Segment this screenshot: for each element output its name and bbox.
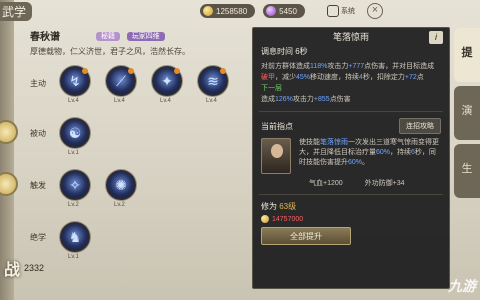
system-button[interactable]: 系统	[326, 5, 355, 17]
book-description: 厚德载物，仁义济世，君子之风，浩然长存。	[30, 47, 190, 56]
skill-detail-panel: 笔落惊雨 i 调息时间 6秒 对前方群体造成118%攻击力+777点伤害，并对目…	[252, 27, 450, 289]
category-trigger: 触发	[30, 181, 46, 190]
category-active: 主动	[30, 79, 46, 88]
combat-power: 战 2332	[4, 256, 44, 280]
mentor-portrait[interactable]	[261, 138, 291, 174]
skill-description: 对前方群体造成118%攻击力+777点伤害，并对目标造成破甲，减少45%移动速度…	[253, 57, 449, 105]
left-decoration	[0, 0, 14, 300]
skill-level: Lv.4	[160, 98, 171, 104]
guide-text: 使技能笔落惊雨一次发出三道寒气惊雨变得更大，并且降低目标治疗量60%，持续6秒，…	[299, 139, 439, 166]
skill-slot-ultimate-1[interactable]: ♞	[60, 222, 90, 252]
cost-value: 14757000	[272, 215, 304, 223]
watermark-logo: 九游	[448, 278, 476, 294]
skill-slot-trigger-2[interactable]: ✺	[106, 170, 136, 200]
skill-slot-active-4[interactable]: ≋	[198, 66, 228, 96]
power-value: 2332	[24, 263, 45, 273]
book-header: 春秋谱 秘籍 玩家四维 厚德载物，仁义济世，君子之风，浩然长存。	[30, 28, 250, 57]
close-button[interactable]: ×	[366, 3, 383, 19]
cultivation: 修为 63级	[253, 201, 449, 212]
stat-hp: 气血+1200	[309, 180, 343, 187]
cultivation-label: 修为	[261, 202, 277, 211]
book-tag: 玩家四维	[126, 32, 165, 41]
upgrade-dot-icon	[82, 68, 88, 74]
book-tag: 秘籍	[96, 32, 120, 41]
skill-slot-trigger-1[interactable]: ✧	[60, 170, 90, 200]
tab-upgrade[interactable]: 提	[454, 28, 480, 82]
skill-slot-passive-1[interactable]: ☯	[60, 118, 90, 148]
skill-slot-active-2[interactable]: ⟋	[106, 66, 136, 96]
skill-spirit-icon: ☯	[68, 125, 82, 141]
system-label: 系统	[340, 8, 355, 15]
gem-currency[interactable]: 5450	[263, 4, 305, 18]
book-title: 春秋谱	[30, 32, 60, 43]
cooldown-text: 调息时间 6秒	[261, 47, 308, 56]
skill-slot-active-1[interactable]: ↯	[60, 66, 90, 96]
gold-currency[interactable]: 1258580	[200, 4, 256, 18]
skill-slot-active-3[interactable]: ✦	[152, 66, 182, 96]
skill-storm-icon: ✺	[115, 177, 127, 193]
stat-defense: 外功防御+34	[364, 180, 405, 187]
divider	[259, 194, 443, 195]
gold-coin-icon	[203, 6, 213, 16]
skill-figure-icon: ♞	[68, 229, 82, 245]
upgrade-dot-icon	[220, 68, 226, 74]
skill-name: 笔落惊雨	[332, 32, 369, 42]
divider	[259, 111, 443, 112]
tab-life[interactable]: 生	[454, 144, 480, 198]
skill-level: Lv.2	[114, 202, 125, 208]
combo-guide-button[interactable]: 连招攻略	[399, 118, 441, 134]
page-title: 武学	[0, 2, 33, 21]
power-char: 战	[4, 262, 21, 279]
top-bar: 1258580 5450 系统 ×	[200, 2, 480, 20]
gold-coin-icon	[261, 215, 269, 223]
tab-practice[interactable]: 演	[454, 86, 480, 140]
upgrade-cost: 14757000	[253, 212, 449, 223]
next-level-description: 造成126%攻击力+855点伤害	[261, 96, 351, 103]
upgrade-dot-icon	[174, 68, 180, 74]
trigger-medallion-icon	[0, 172, 18, 196]
skill-level: Lv.4	[206, 98, 217, 104]
category-passive: 被动	[30, 129, 46, 138]
skill-level: Lv.4	[68, 98, 79, 104]
info-button[interactable]: i	[429, 31, 443, 44]
skill-level: Lv.2	[68, 202, 79, 208]
gem-icon	[266, 6, 277, 16]
upgrade-all-button[interactable]: 全部提升	[261, 227, 351, 245]
skill-vortex-icon: ✧	[69, 177, 81, 193]
category-ultimate: 绝学	[30, 233, 46, 242]
gold-amount: 1258580	[216, 6, 248, 16]
gem-amount: 5450	[279, 6, 297, 16]
next-level-label: 下一层	[261, 85, 282, 92]
upgrade-dot-icon	[128, 68, 134, 74]
skill-level: Lv.1	[68, 254, 79, 260]
guide-header: 当前指点	[261, 121, 293, 131]
cultivation-value: 63级	[279, 202, 297, 211]
skill-level: Lv.1	[68, 150, 79, 156]
passive-medallion-icon	[0, 120, 18, 144]
system-icon	[326, 5, 339, 17]
skill-level: Lv.4	[114, 98, 125, 104]
